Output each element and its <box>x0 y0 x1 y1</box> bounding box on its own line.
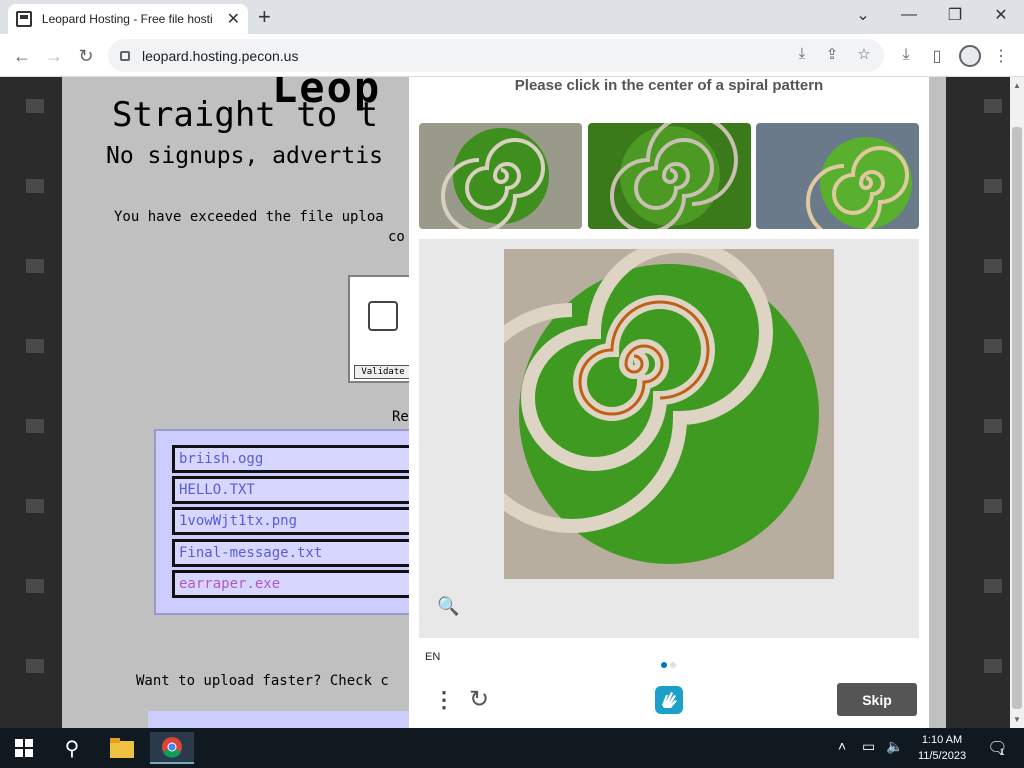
spiral-thumbnail <box>419 123 582 229</box>
tab-search-icon[interactable]: ⌄ <box>840 0 886 30</box>
challenge-image[interactable] <box>504 249 834 579</box>
download-icon[interactable]: ⤓ <box>792 45 812 65</box>
zoom-icon[interactable]: 🔍 <box>437 596 459 617</box>
challenge-prompt: Please click in the center of a spiral p… <box>514 77 824 94</box>
search-icon[interactable]: ⚲ <box>50 732 94 764</box>
spiral-staircase-image[interactable] <box>504 249 834 579</box>
back-button[interactable]: ← <box>10 44 34 68</box>
notifications-icon[interactable]: 🗨 1 <box>974 732 1018 764</box>
menu-icon[interactable]: ⋮ <box>990 46 1012 68</box>
progress-dot <box>670 662 676 668</box>
upload-limit-notice-cont: co <box>388 229 405 245</box>
recent-files-heading: Re <box>392 409 409 425</box>
close-window-button[interactable]: ✕ <box>978 0 1024 30</box>
system-clock[interactable]: 1:10 AM 11/5/2023 <box>912 732 972 764</box>
upload-limit-notice: You have exceeded the file uploa <box>114 209 384 225</box>
right-pattern-stripe <box>984 77 1002 728</box>
scroll-thumb[interactable] <box>1012 127 1022 709</box>
validate-button[interactable]: Validate <box>354 365 412 379</box>
profile-avatar[interactable] <box>959 45 981 67</box>
challenge-image-area[interactable]: 🔍 <box>419 239 919 638</box>
progress-dot-active <box>661 662 667 668</box>
bookmark-star-icon[interactable]: ☆ <box>854 45 874 65</box>
captcha-challenge: Please click in the center of a spiral p… <box>409 77 929 728</box>
upload-faster-text: Want to upload faster? Check c <box>136 673 389 689</box>
url-text: leopard.hosting.pecon.us <box>142 47 299 64</box>
site-subtitle: Straight to t <box>112 95 379 135</box>
page-scrollbar[interactable]: ▲ ▼ <box>1010 77 1024 728</box>
browser-tab[interactable]: Leopard Hosting - Free file hosti ✕ <box>8 4 248 34</box>
network-icon[interactable]: ▭ <box>862 738 875 755</box>
windows-taskbar: ⚲ ˄ ▭ 🔈 1:10 AM 11/5/2023 🗨 1 <box>0 728 1024 768</box>
language-selector[interactable]: EN <box>425 651 440 663</box>
address-bar[interactable]: leopard.hosting.pecon.us ⤓ ⇪ ☆ <box>108 39 884 72</box>
captcha-widget: Validate <box>348 275 418 383</box>
close-tab-icon[interactable]: ✕ <box>227 9 240 29</box>
chrome-taskbar-icon[interactable] <box>150 732 194 764</box>
spiral-thumbnail <box>588 123 751 229</box>
hcaptcha-logo-icon[interactable] <box>652 683 686 717</box>
skip-button[interactable]: Skip <box>837 683 917 716</box>
reload-button[interactable]: ↻ <box>74 44 98 68</box>
tab-title: Leopard Hosting - Free file hosti <box>41 12 213 26</box>
site-tagline: No signups, advertis <box>106 143 383 169</box>
share-icon[interactable]: ⇪ <box>822 45 842 65</box>
clock-time: 1:10 AM <box>921 734 963 746</box>
notification-count: 1 <box>999 747 1005 757</box>
left-pattern-stripe <box>26 77 44 728</box>
minimize-button[interactable]: — <box>886 0 932 30</box>
bottom-panel <box>148 711 418 728</box>
example-image <box>588 123 751 229</box>
windows-logo-icon <box>15 739 33 757</box>
scroll-up-icon[interactable]: ▲ <box>1013 81 1021 90</box>
tray-chevron-icon[interactable]: ˄ <box>838 738 846 754</box>
downloads-icon[interactable]: ⤓ <box>895 46 917 68</box>
new-tab-button[interactable]: + <box>258 4 271 30</box>
spiral-thumbnail <box>756 123 919 229</box>
tab-strip: Leopard Hosting - Free file hosti ✕ + ⌄ … <box>0 0 1024 34</box>
side-panel-icon[interactable]: ▯ <box>926 46 948 68</box>
restore-button[interactable]: ❐ <box>932 0 978 30</box>
captcha-checkbox[interactable] <box>368 301 398 331</box>
scroll-down-icon[interactable]: ▼ <box>1013 715 1021 724</box>
clock-date: 11/5/2023 <box>917 750 967 762</box>
floppy-favicon-icon <box>16 11 32 27</box>
lock-icon[interactable] <box>120 50 130 61</box>
forward-button[interactable]: → <box>42 44 66 68</box>
volume-muted-icon[interactable]: 🔈 <box>886 738 903 755</box>
browser-toolbar: ← → ↻ leopard.hosting.pecon.us ⤓ ⇪ ☆ ⤓ ▯… <box>0 34 1024 77</box>
example-image <box>756 123 919 229</box>
refresh-challenge-icon[interactable]: ↻ <box>469 685 489 714</box>
progress-dots <box>661 655 679 673</box>
example-image <box>419 123 582 229</box>
start-button[interactable] <box>2 732 46 764</box>
file-explorer-icon[interactable] <box>100 732 144 764</box>
more-options-icon[interactable]: ⋮ <box>433 687 455 713</box>
